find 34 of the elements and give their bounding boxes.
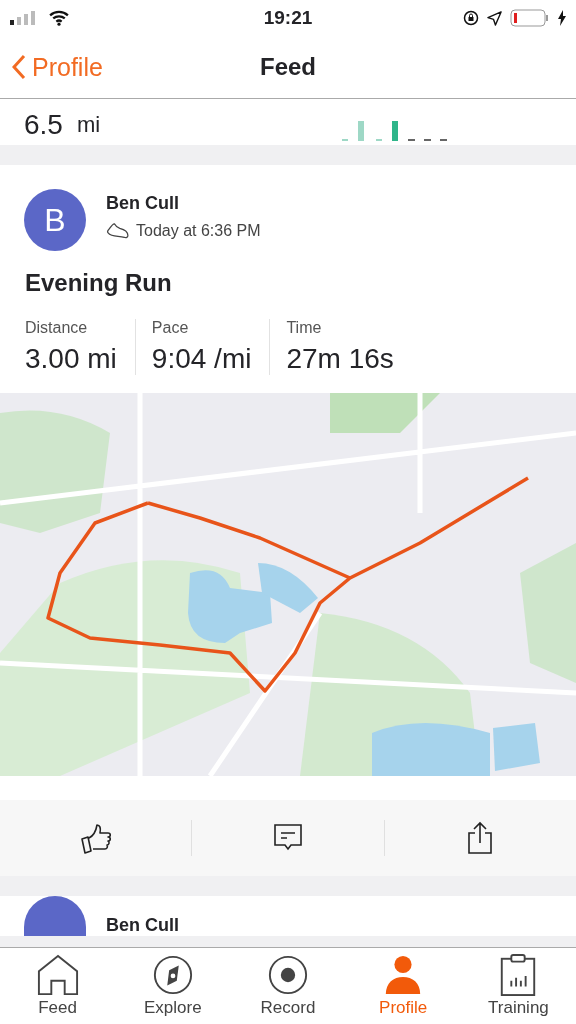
screen-title: Feed — [260, 53, 316, 81]
shoe-icon — [106, 222, 130, 240]
share-icon — [467, 821, 494, 855]
activity-time: Today at 6:36 PM — [136, 222, 261, 240]
back-chevron-icon — [12, 54, 26, 80]
activity-title[interactable]: Evening Run — [0, 251, 576, 297]
distance-value: 6.5 — [24, 109, 63, 141]
stat-label: Distance — [25, 319, 89, 337]
avatar[interactable] — [24, 896, 86, 936]
wifi-icon — [48, 10, 70, 26]
stat-value: 3.00 mi — [25, 343, 117, 375]
home-icon — [36, 954, 79, 996]
comment-icon — [273, 823, 303, 853]
avatar[interactable]: B — [24, 189, 86, 251]
tab[interactable]: Record — [230, 948, 346, 1024]
signal-icon — [10, 11, 38, 25]
location-icon — [487, 10, 502, 26]
stat-value: 27m 16s — [286, 343, 394, 375]
status-time: 19:21 — [263, 7, 313, 29]
distance-unit: mi — [76, 112, 101, 139]
compass-icon — [151, 954, 194, 996]
stat-value: 9:04 /mi — [151, 343, 252, 375]
tab[interactable]: Training — [460, 948, 576, 1024]
athlete-name[interactable]: Ben Cull — [106, 193, 261, 214]
stat-label: Time — [286, 319, 323, 337]
athlete-name[interactable]: Ben Cull — [106, 915, 179, 936]
rotation-lock-icon — [463, 10, 479, 26]
tab[interactable]: Explore — [115, 948, 231, 1024]
record-icon — [267, 954, 309, 996]
thumbs-up-icon — [79, 821, 112, 855]
battery-icon — [510, 9, 550, 27]
stat-label: Pace — [151, 319, 190, 337]
tab[interactable]: Feed — [0, 948, 116, 1024]
charging-icon — [558, 10, 566, 26]
